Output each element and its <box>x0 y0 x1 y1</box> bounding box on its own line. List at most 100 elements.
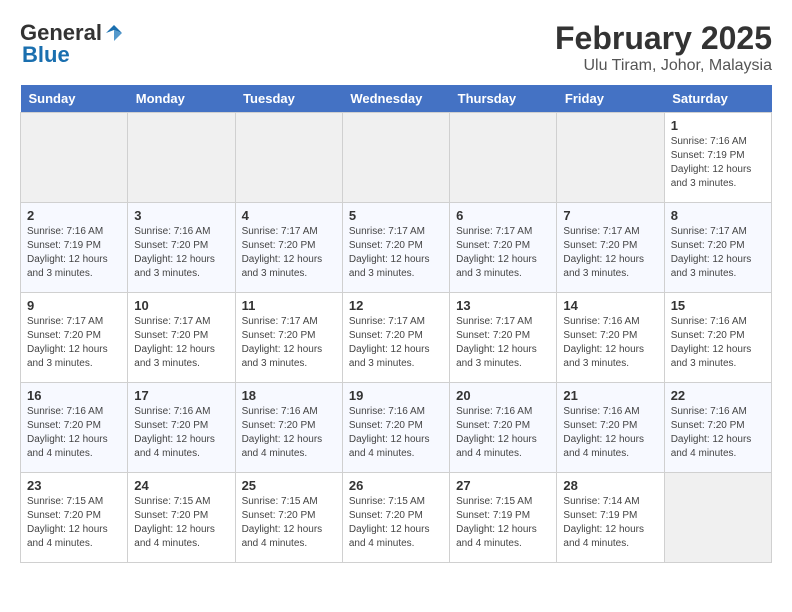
calendar-cell: 9 Sunrise: 7:17 AM Sunset: 7:20 PM Daylig… <box>21 293 128 383</box>
calendar-header-tuesday: Tuesday <box>235 85 342 113</box>
day-info: Sunrise: 7:16 AM Sunset: 7:20 PM Dayligh… <box>134 225 228 281</box>
day-number: 22 <box>671 388 765 403</box>
logo-bird-icon <box>104 23 124 43</box>
day-info: Sunrise: 7:16 AM Sunset: 7:20 PM Dayligh… <box>671 315 765 371</box>
calendar-cell <box>664 473 771 563</box>
day-info: Sunrise: 7:17 AM Sunset: 7:20 PM Dayligh… <box>242 315 336 371</box>
logo: General Blue <box>20 20 124 68</box>
calendar-cell: 15 Sunrise: 7:16 AM Sunset: 7:20 PM Dayli… <box>664 293 771 383</box>
calendar-cell: 13 Sunrise: 7:17 AM Sunset: 7:20 PM Dayli… <box>450 293 557 383</box>
calendar-cell: 19 Sunrise: 7:16 AM Sunset: 7:20 PM Dayli… <box>342 383 449 473</box>
day-info: Sunrise: 7:16 AM Sunset: 7:19 PM Dayligh… <box>27 225 121 281</box>
calendar-week-row: 9 Sunrise: 7:17 AM Sunset: 7:20 PM Daylig… <box>21 293 772 383</box>
day-number: 8 <box>671 208 765 223</box>
calendar-header-saturday: Saturday <box>664 85 771 113</box>
day-number: 21 <box>563 388 657 403</box>
day-info: Sunrise: 7:16 AM Sunset: 7:20 PM Dayligh… <box>671 405 765 461</box>
calendar-cell: 8 Sunrise: 7:17 AM Sunset: 7:20 PM Daylig… <box>664 203 771 293</box>
calendar-header-friday: Friday <box>557 85 664 113</box>
calendar-cell <box>235 113 342 203</box>
day-number: 24 <box>134 478 228 493</box>
day-number: 17 <box>134 388 228 403</box>
calendar-cell: 11 Sunrise: 7:17 AM Sunset: 7:20 PM Dayli… <box>235 293 342 383</box>
calendar-cell: 23 Sunrise: 7:15 AM Sunset: 7:20 PM Dayli… <box>21 473 128 563</box>
day-number: 11 <box>242 298 336 313</box>
calendar-header-thursday: Thursday <box>450 85 557 113</box>
calendar-header-monday: Monday <box>128 85 235 113</box>
calendar-cell: 14Sunrise: 7:16 AM Sunset: 7:20 PM Dayli… <box>557 293 664 383</box>
day-info: Sunrise: 7:17 AM Sunset: 7:20 PM Dayligh… <box>27 315 121 371</box>
calendar-cell: 3Sunrise: 7:16 AM Sunset: 7:20 PM Daylig… <box>128 203 235 293</box>
calendar-cell <box>450 113 557 203</box>
day-info: Sunrise: 7:16 AM Sunset: 7:20 PM Dayligh… <box>349 405 443 461</box>
day-number: 15 <box>671 298 765 313</box>
day-info: Sunrise: 7:17 AM Sunset: 7:20 PM Dayligh… <box>134 315 228 371</box>
day-number: 12 <box>349 298 443 313</box>
calendar-cell: 4 Sunrise: 7:17 AM Sunset: 7:20 PM Daylig… <box>235 203 342 293</box>
day-number: 13 <box>456 298 550 313</box>
day-number: 20 <box>456 388 550 403</box>
calendar-cell <box>21 113 128 203</box>
day-number: 18 <box>242 388 336 403</box>
day-info: Sunrise: 7:17 AM Sunset: 7:20 PM Dayligh… <box>671 225 765 281</box>
calendar-cell: 12 Sunrise: 7:17 AM Sunset: 7:20 PM Dayli… <box>342 293 449 383</box>
day-info: Sunrise: 7:17 AM Sunset: 7:20 PM Dayligh… <box>349 315 443 371</box>
day-number: 9 <box>27 298 121 313</box>
day-info: Sunrise: 7:17 AM Sunset: 7:20 PM Dayligh… <box>456 225 550 281</box>
calendar-cell: 6 Sunrise: 7:17 AM Sunset: 7:20 PM Daylig… <box>450 203 557 293</box>
calendar-subtitle: Ulu Tiram, Johor, Malaysia <box>555 57 772 75</box>
day-info: Sunrise: 7:17 AM Sunset: 7:20 PM Dayligh… <box>242 225 336 281</box>
calendar-week-row: 16Sunrise: 7:16 AM Sunset: 7:20 PM Dayli… <box>21 383 772 473</box>
calendar-table: SundayMondayTuesdayWednesdayThursdayFrid… <box>20 85 772 563</box>
calendar-cell: 22 Sunrise: 7:16 AM Sunset: 7:20 PM Dayli… <box>664 383 771 473</box>
logo-blue: Blue <box>22 42 70 68</box>
calendar-cell: 16Sunrise: 7:16 AM Sunset: 7:20 PM Dayli… <box>21 383 128 473</box>
calendar-cell: 17 Sunrise: 7:16 AM Sunset: 7:20 PM Dayli… <box>128 383 235 473</box>
calendar-cell: 18 Sunrise: 7:16 AM Sunset: 7:20 PM Dayli… <box>235 383 342 473</box>
calendar-cell: 5 Sunrise: 7:17 AM Sunset: 7:20 PM Daylig… <box>342 203 449 293</box>
calendar-week-row: 23 Sunrise: 7:15 AM Sunset: 7:20 PM Dayli… <box>21 473 772 563</box>
day-number: 23 <box>27 478 121 493</box>
day-number: 26 <box>349 478 443 493</box>
day-info: Sunrise: 7:15 AM Sunset: 7:20 PM Dayligh… <box>134 495 228 551</box>
day-number: 19 <box>349 388 443 403</box>
day-number: 2 <box>27 208 121 223</box>
calendar-title: February 2025 <box>555 20 772 57</box>
day-info: Sunrise: 7:16 AM Sunset: 7:20 PM Dayligh… <box>456 405 550 461</box>
calendar-header-sunday: Sunday <box>21 85 128 113</box>
calendar-header-wednesday: Wednesday <box>342 85 449 113</box>
page-header: General Blue February 2025 Ulu Tiram, Jo… <box>20 20 772 75</box>
day-info: Sunrise: 7:16 AM Sunset: 7:20 PM Dayligh… <box>242 405 336 461</box>
calendar-cell: 26 Sunrise: 7:15 AM Sunset: 7:20 PM Dayli… <box>342 473 449 563</box>
calendar-cell: 20 Sunrise: 7:16 AM Sunset: 7:20 PM Dayli… <box>450 383 557 473</box>
day-info: Sunrise: 7:16 AM Sunset: 7:20 PM Dayligh… <box>134 405 228 461</box>
day-info: Sunrise: 7:15 AM Sunset: 7:20 PM Dayligh… <box>242 495 336 551</box>
calendar-cell: 27Sunrise: 7:15 AM Sunset: 7:19 PM Dayli… <box>450 473 557 563</box>
day-number: 4 <box>242 208 336 223</box>
day-info: Sunrise: 7:15 AM Sunset: 7:20 PM Dayligh… <box>27 495 121 551</box>
day-info: Sunrise: 7:16 AM Sunset: 7:19 PM Dayligh… <box>671 135 765 191</box>
day-info: Sunrise: 7:16 AM Sunset: 7:20 PM Dayligh… <box>563 405 657 461</box>
calendar-cell <box>128 113 235 203</box>
calendar-cell: 7Sunrise: 7:17 AM Sunset: 7:20 PM Daylig… <box>557 203 664 293</box>
day-info: Sunrise: 7:14 AM Sunset: 7:19 PM Dayligh… <box>563 495 657 551</box>
day-number: 1 <box>671 118 765 133</box>
day-number: 10 <box>134 298 228 313</box>
day-info: Sunrise: 7:15 AM Sunset: 7:20 PM Dayligh… <box>349 495 443 551</box>
day-info: Sunrise: 7:17 AM Sunset: 7:20 PM Dayligh… <box>456 315 550 371</box>
calendar-cell: 21 Sunrise: 7:16 AM Sunset: 7:20 PM Dayli… <box>557 383 664 473</box>
day-number: 27 <box>456 478 550 493</box>
calendar-week-row: 1 Sunrise: 7:16 AM Sunset: 7:19 PM Daylig… <box>21 113 772 203</box>
day-number: 14 <box>563 298 657 313</box>
day-number: 7 <box>563 208 657 223</box>
day-number: 6 <box>456 208 550 223</box>
calendar-week-row: 2 Sunrise: 7:16 AM Sunset: 7:19 PM Daylig… <box>21 203 772 293</box>
calendar-header-row: SundayMondayTuesdayWednesdayThursdayFrid… <box>21 85 772 113</box>
calendar-cell: 2 Sunrise: 7:16 AM Sunset: 7:19 PM Daylig… <box>21 203 128 293</box>
calendar-cell: 10 Sunrise: 7:17 AM Sunset: 7:20 PM Dayli… <box>128 293 235 383</box>
day-info: Sunrise: 7:17 AM Sunset: 7:20 PM Dayligh… <box>349 225 443 281</box>
day-info: Sunrise: 7:16 AM Sunset: 7:20 PM Dayligh… <box>27 405 121 461</box>
calendar-cell: 24 Sunrise: 7:15 AM Sunset: 7:20 PM Dayli… <box>128 473 235 563</box>
day-number: 5 <box>349 208 443 223</box>
calendar-cell <box>557 113 664 203</box>
